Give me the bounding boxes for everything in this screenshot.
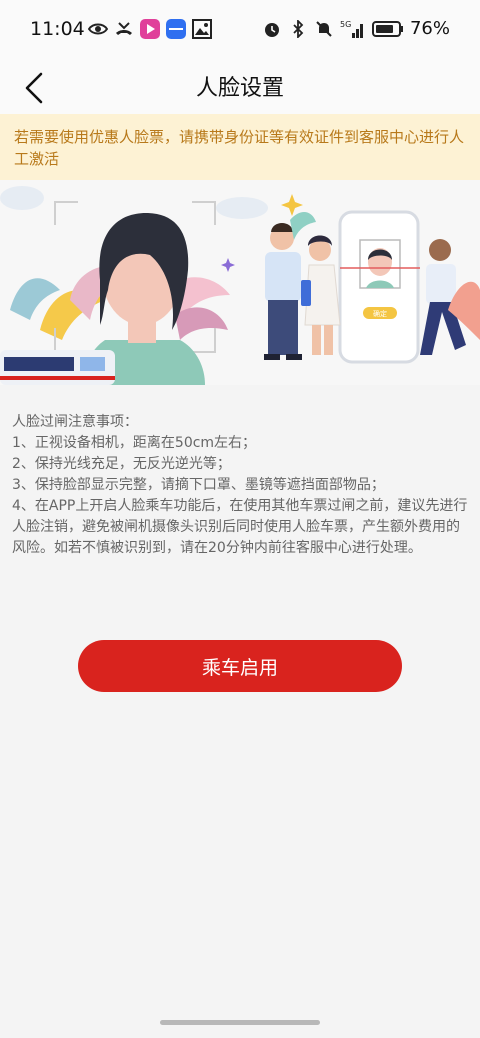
status-time: 11:04 xyxy=(30,18,85,40)
instructions-heading: 人脸过闸注意事项： xyxy=(12,414,138,430)
instructions-section: 人脸过闸注意事项： 1、正视设备相机，距离在50cm左右； 2、保持光线充足，无… xyxy=(12,412,468,559)
system-icons: 5G 76% xyxy=(262,18,450,39)
phone-button-label: 确定 xyxy=(373,309,387,318)
enable-ride-button[interactable]: 乘车启用 xyxy=(78,640,402,692)
status-bar: 11:04 5G 76% xyxy=(0,0,480,60)
svg-text:5G: 5G xyxy=(340,20,351,29)
honor-app-icon xyxy=(166,19,186,39)
instruction-item: 4、在APP上开启人脸乘车功能后，在使用其他车票过闸之前，建议先进行人脸注销，避… xyxy=(12,498,468,556)
bluetooth-icon xyxy=(288,19,308,39)
instruction-item: 1、正视设备相机，距离在50cm左右； xyxy=(12,435,257,451)
instruction-item: 2、保持光线充足，无反光逆光等； xyxy=(12,456,231,472)
face-illustration: 确定 xyxy=(0,180,480,385)
nav-bar: 人脸设置 xyxy=(0,60,480,114)
battery-icon xyxy=(371,19,404,39)
mute-icon xyxy=(314,19,334,39)
notice-banner: 若需要使用优惠人脸票，请携带身份证等有效证件到客服中心进行人工激活 xyxy=(0,114,480,180)
signal-icon: 5G xyxy=(340,19,366,39)
notification-icons xyxy=(88,19,212,39)
instruction-item: 3、保持脸部显示完整，请摘下口罩、墨镜等遮挡面部物品； xyxy=(12,477,385,493)
alarm-icon xyxy=(262,19,282,39)
home-indicator[interactable] xyxy=(160,1020,320,1025)
battery-percent: 76% xyxy=(409,18,450,39)
missed-call-icon xyxy=(114,19,134,39)
gallery-icon xyxy=(192,19,212,39)
eye-icon xyxy=(88,19,108,39)
video-app-icon xyxy=(140,19,160,39)
page-title: 人脸设置 xyxy=(195,76,284,101)
